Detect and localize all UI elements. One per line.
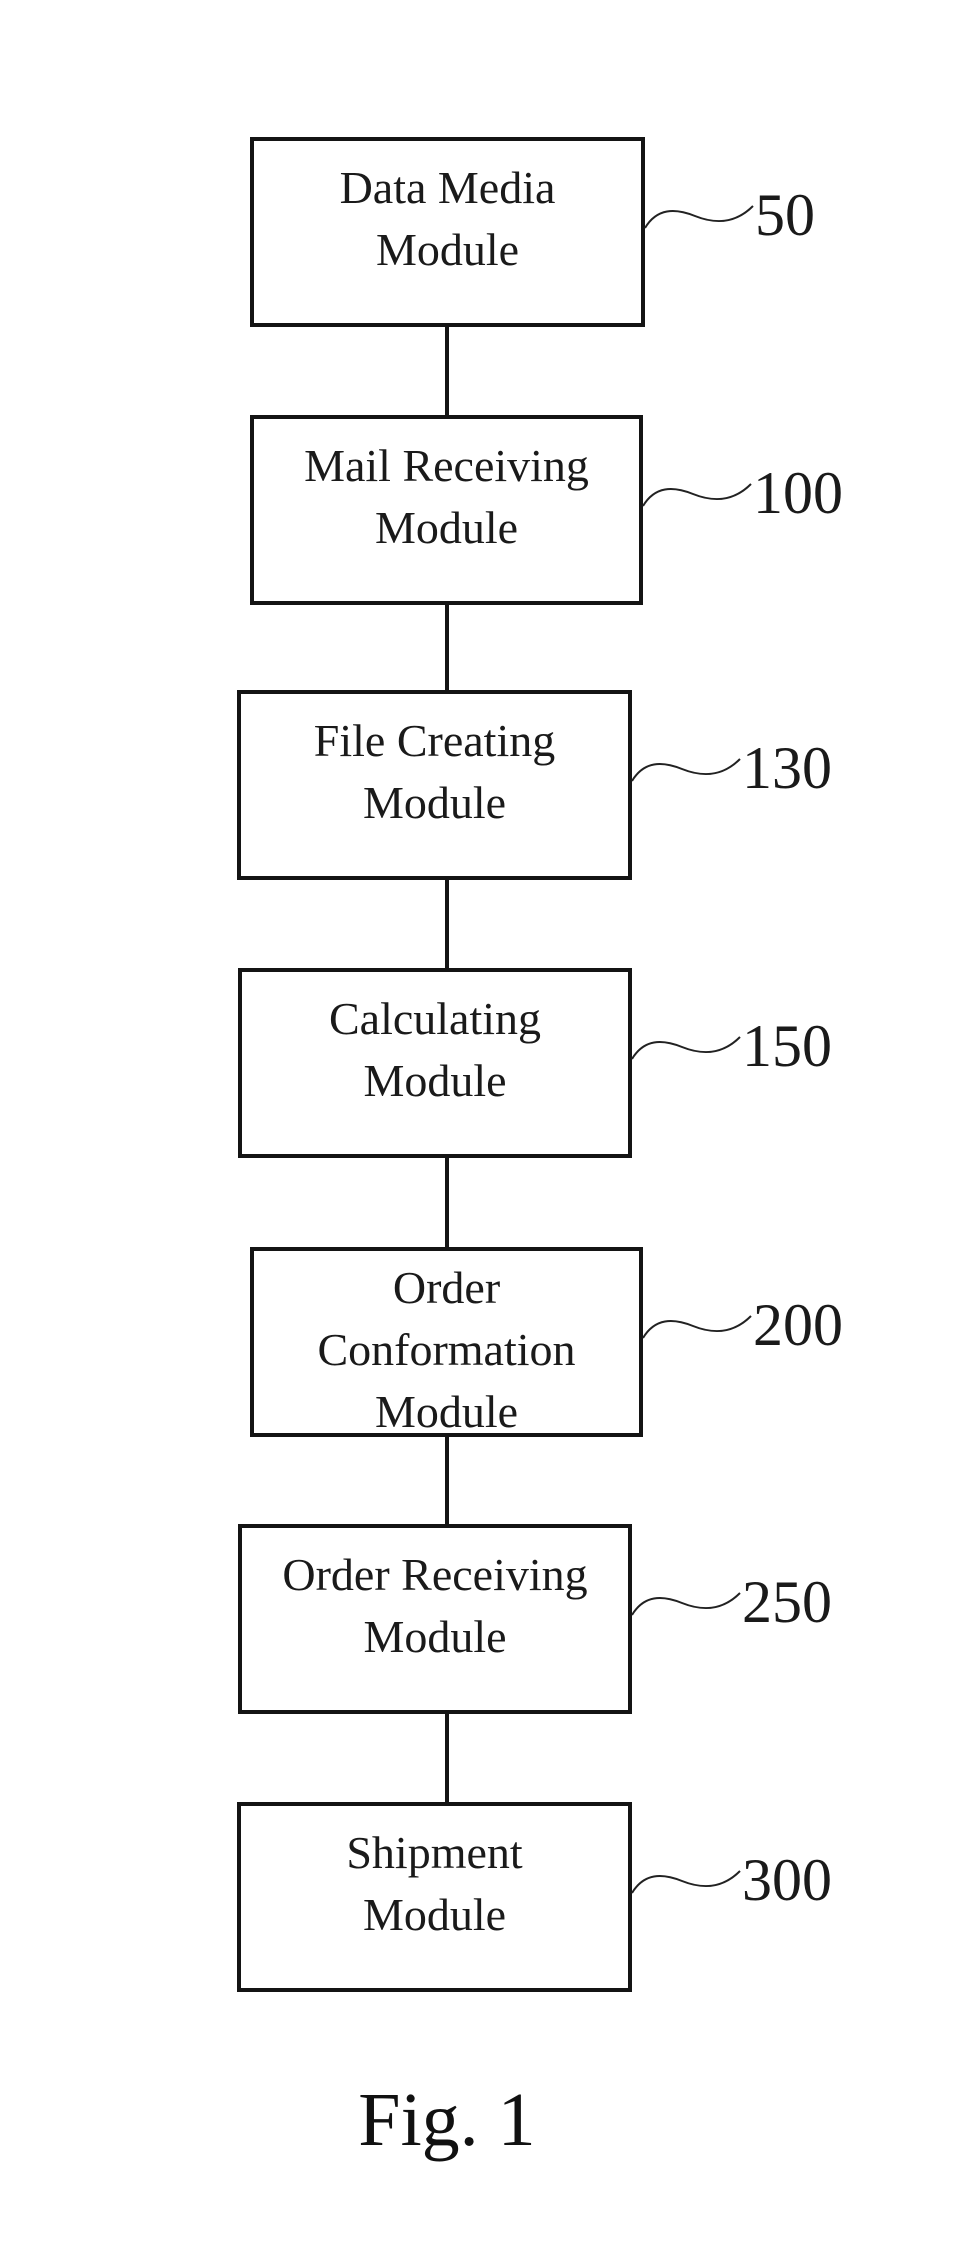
module-label-line: Module [375, 224, 520, 275]
module-label: Mail Receiving Module [254, 435, 639, 559]
leader-curve [642, 483, 752, 507]
module-label-line: Order Receiving [282, 1549, 588, 1600]
leader-curve [631, 1592, 741, 1616]
module-box-mail-receiving: Mail Receiving Module [250, 415, 643, 605]
leader-curve [631, 1036, 741, 1060]
module-label-line: File Creating [313, 715, 556, 766]
reference-numeral: 130 [742, 735, 832, 801]
connector-line [445, 327, 449, 415]
leader-curve [631, 1870, 741, 1894]
module-label-line: Data Media [339, 162, 556, 213]
module-label: Data Media Module [254, 157, 641, 281]
module-box-order-conformation: Order Conformation Module [250, 1247, 643, 1437]
leader-curve [642, 1315, 752, 1339]
module-label: Order Conformation Module [254, 1257, 639, 1443]
module-label-line: Module [362, 1889, 507, 1940]
module-label: File Creating Module [241, 710, 628, 834]
module-label-line: Module [363, 1611, 507, 1662]
reference-numeral: 150 [742, 1013, 832, 1079]
connector-line [445, 880, 449, 968]
reference-numeral: 100 [753, 460, 843, 526]
module-box-shipment: Shipment Module [237, 1802, 632, 1992]
reference-numeral: 50 [755, 182, 815, 248]
module-box-file-creating: File Creating Module [237, 690, 632, 880]
reference-leader-line [631, 1036, 741, 1060]
reference-numeral: 300 [742, 1847, 832, 1913]
module-label-line: Mail Receiving [304, 440, 589, 491]
module-label-line: Module [362, 777, 507, 828]
reference-leader-line [631, 758, 741, 782]
reference-numeral: 250 [742, 1569, 832, 1635]
module-box-order-receiving: Order Receiving Module [238, 1524, 632, 1714]
reference-leader-line [642, 1315, 752, 1339]
reference-numeral: 200 [753, 1292, 843, 1358]
module-label-line: Conformation [317, 1324, 576, 1375]
module-label: Shipment Module [241, 1822, 628, 1946]
figure-caption: Fig. 1 [358, 2078, 536, 2162]
reference-leader-line [644, 205, 754, 229]
module-box-calculating: Calculating Module [238, 968, 632, 1158]
module-label-line: Order [392, 1262, 501, 1313]
connector-line [445, 1714, 449, 1802]
connector-line [445, 1437, 449, 1524]
leader-curve [631, 758, 741, 782]
reference-leader-line [631, 1592, 741, 1616]
connector-line [445, 1158, 449, 1247]
leader-curve [644, 205, 754, 229]
module-label-line: Calculating [328, 993, 542, 1044]
module-label-line: Module [363, 1055, 507, 1106]
module-label-line: Module [374, 502, 519, 553]
module-label: Order Receiving Module [242, 1544, 628, 1668]
module-box-data-media: Data Media Module [250, 137, 645, 327]
module-label: Calculating Module [242, 988, 628, 1112]
connector-line [445, 605, 449, 690]
reference-leader-line [631, 1870, 741, 1894]
module-label-line: Shipment [346, 1827, 523, 1878]
reference-leader-line [642, 483, 752, 507]
module-label-line: Module [374, 1386, 519, 1437]
